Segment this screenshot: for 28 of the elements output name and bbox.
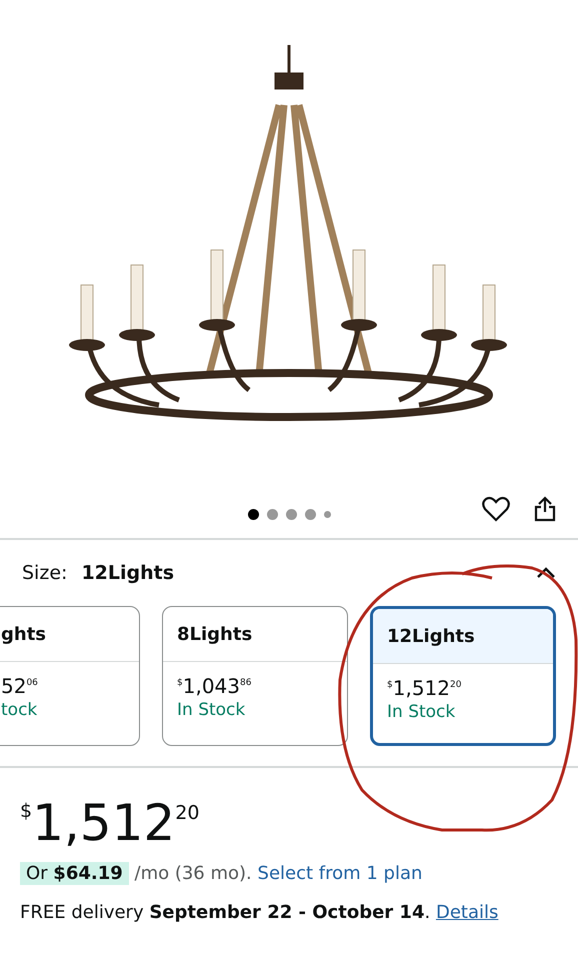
size-value: 12Lights [81,562,174,584]
delivery-text: FREE delivery September 22 - October 14. Details [19,901,500,925]
monthly-offer: Or $64.19 [20,862,129,885]
stock-status: tock [1,699,38,722]
details-link[interactable]: Details [436,902,498,923]
size-option-card[interactable]: 12Lights $^{$}$1,512$^{20}$ In Stock [370,606,556,746]
carousel-dot[interactable] [248,508,258,520]
select-plan-link[interactable]: Select from 1 plan [258,863,422,884]
stock-status: In Stock [177,699,246,722]
option-name: 12Lights [387,624,475,648]
size-option-card[interactable]: 8Lights $^{$}$1,043$^{86}$ In Stock [162,606,348,746]
heart-icon[interactable] [482,496,510,522]
carousel-dot[interactable] [304,508,316,520]
size-option-card[interactable]: ghts 52$^{06}$ tock [0,606,140,746]
carousel-dot[interactable] [266,508,278,520]
option-price: $^{$}$1,043$^{86}$ [177,674,252,698]
option-name: ghts [1,622,46,646]
stock-status: In Stock [387,701,456,724]
carousel-dot[interactable] [286,508,296,520]
price: $^{$}$1,512$^{20}$ [19,793,200,854]
option-price: 52$^{06}$ [1,674,39,698]
size-label: Size: [22,562,68,584]
collapse-chevron-icon[interactable] [536,567,556,579]
financing-terms: /mo (36 mo). [134,863,252,884]
option-name: 8Lights [177,622,252,646]
option-price: $^{$}$1,512$^{20}$ [387,676,462,700]
share-icon[interactable] [534,496,556,522]
carousel-dot[interactable] [324,510,330,518]
